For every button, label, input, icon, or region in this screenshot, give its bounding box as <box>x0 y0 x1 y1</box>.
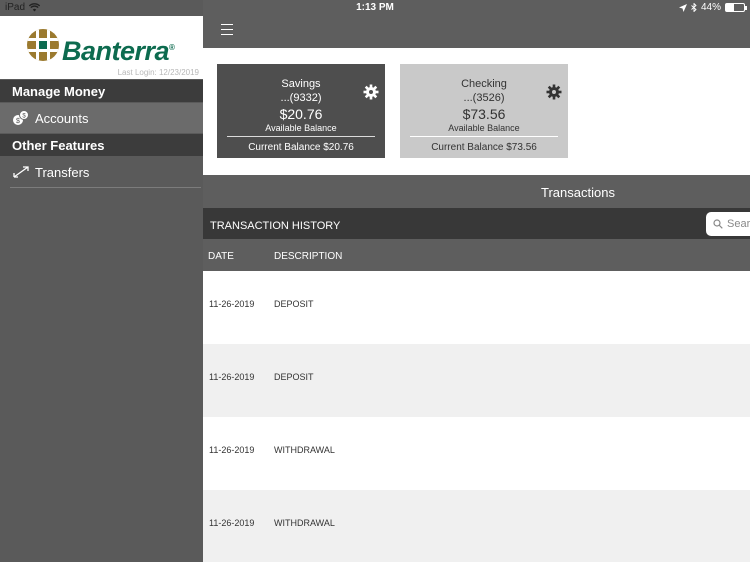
current-balance: Current Balance $73.56 <box>431 142 537 153</box>
battery-fill <box>726 4 734 11</box>
menu-icon[interactable] <box>221 24 233 35</box>
available-balance: $20.76 <box>279 106 323 122</box>
battery-icon <box>725 3 747 12</box>
card-divider <box>410 136 558 137</box>
device-name: iPad <box>5 2 26 13</box>
row-description: DEPOSIT <box>274 299 314 309</box>
sidebar: Banterra® Last Login: 12/23/2019 Manage … <box>0 0 203 562</box>
sidebar-item-label: Accounts <box>35 110 89 126</box>
registered-mark: ® <box>169 43 175 52</box>
card-divider <box>227 136 375 137</box>
transfer-arrows-icon <box>0 165 35 179</box>
account-name: Savings <box>281 78 321 90</box>
status-bar: iPad 1:13 PM 44% <box>0 0 750 16</box>
current-balance: Current Balance $20.76 <box>248 142 354 153</box>
location-icon <box>678 3 687 12</box>
main-content: Savings ...(9332) $20.76 Available Balan… <box>203 0 750 562</box>
wifi-icon <box>29 3 41 12</box>
sidebar-item-accounts[interactable]: $ $ Accounts <box>0 103 203 133</box>
bluetooth-icon <box>691 3 697 12</box>
status-time: 1:13 PM <box>356 2 394 13</box>
account-cards: Savings ...(9332) $20.76 Available Balan… <box>203 48 750 175</box>
table-row[interactable]: 11-26-2019 DEPOSIT <box>203 344 750 417</box>
search-input[interactable]: Sear <box>706 212 750 236</box>
transaction-history-label: TRANSACTION HISTORY <box>210 220 341 232</box>
brand-logo-text: Banterra® <box>62 36 175 67</box>
account-number: ...(9332) <box>280 92 322 104</box>
account-card-savings[interactable]: Savings ...(9332) $20.76 Available Balan… <box>217 64 385 158</box>
account-number: ...(3526) <box>463 92 505 104</box>
gear-icon[interactable] <box>363 84 379 100</box>
svg-text:$: $ <box>16 118 20 125</box>
status-left: iPad <box>5 2 41 13</box>
banterra-logo-icon <box>27 29 59 61</box>
battery-percent: 44% <box>700 2 721 13</box>
column-header-date: DATE <box>208 251 234 262</box>
transactions-title: Transactions <box>541 185 615 200</box>
sidebar-item-label: Transfers <box>35 164 90 180</box>
search-icon <box>713 219 723 229</box>
row-description: DEPOSIT <box>274 372 314 382</box>
row-date: 11-26-2019 <box>209 518 255 528</box>
status-right: 44% <box>678 2 747 13</box>
transaction-history-bar: TRANSACTION HISTORY Sear <box>203 208 750 239</box>
row-description: WITHDRAWAL <box>274 518 335 528</box>
row-date: 11-26-2019 <box>209 372 255 382</box>
table-header: DATE DESCRIPTION <box>203 239 750 271</box>
row-description: WITHDRAWAL <box>274 445 335 455</box>
table-row[interactable]: 11-26-2019 WITHDRAWAL <box>203 417 750 490</box>
available-balance-label: Available Balance <box>265 123 337 133</box>
search-placeholder: Sear <box>727 218 750 230</box>
section-header-other-features: Other Features <box>0 134 203 156</box>
available-balance-label: Available Balance <box>448 123 520 133</box>
available-balance: $73.56 <box>462 106 506 122</box>
table-row[interactable]: 11-26-2019 DEPOSIT <box>203 271 750 344</box>
divider <box>10 187 201 188</box>
account-card-checking[interactable]: Checking ...(3526) $73.56 Available Bala… <box>400 64 568 158</box>
transactions-header: Transactions <box>203 175 750 208</box>
coins-icon: $ $ <box>0 110 35 126</box>
last-login: Last Login: 12/23/2019 <box>117 68 199 77</box>
column-header-description: DESCRIPTION <box>274 251 343 262</box>
row-date: 11-26-2019 <box>209 299 255 309</box>
section-header-manage-money: Manage Money <box>0 80 203 102</box>
row-date: 11-26-2019 <box>209 445 255 455</box>
table-row[interactable]: 11-26-2019 WITHDRAWAL <box>203 490 750 562</box>
brand-name: Banterra <box>62 36 170 66</box>
logo-area: Banterra® Last Login: 12/23/2019 <box>0 16 203 79</box>
account-name: Checking <box>461 78 507 90</box>
sidebar-item-transfers[interactable]: Transfers <box>0 157 203 187</box>
gear-icon[interactable] <box>546 84 562 100</box>
